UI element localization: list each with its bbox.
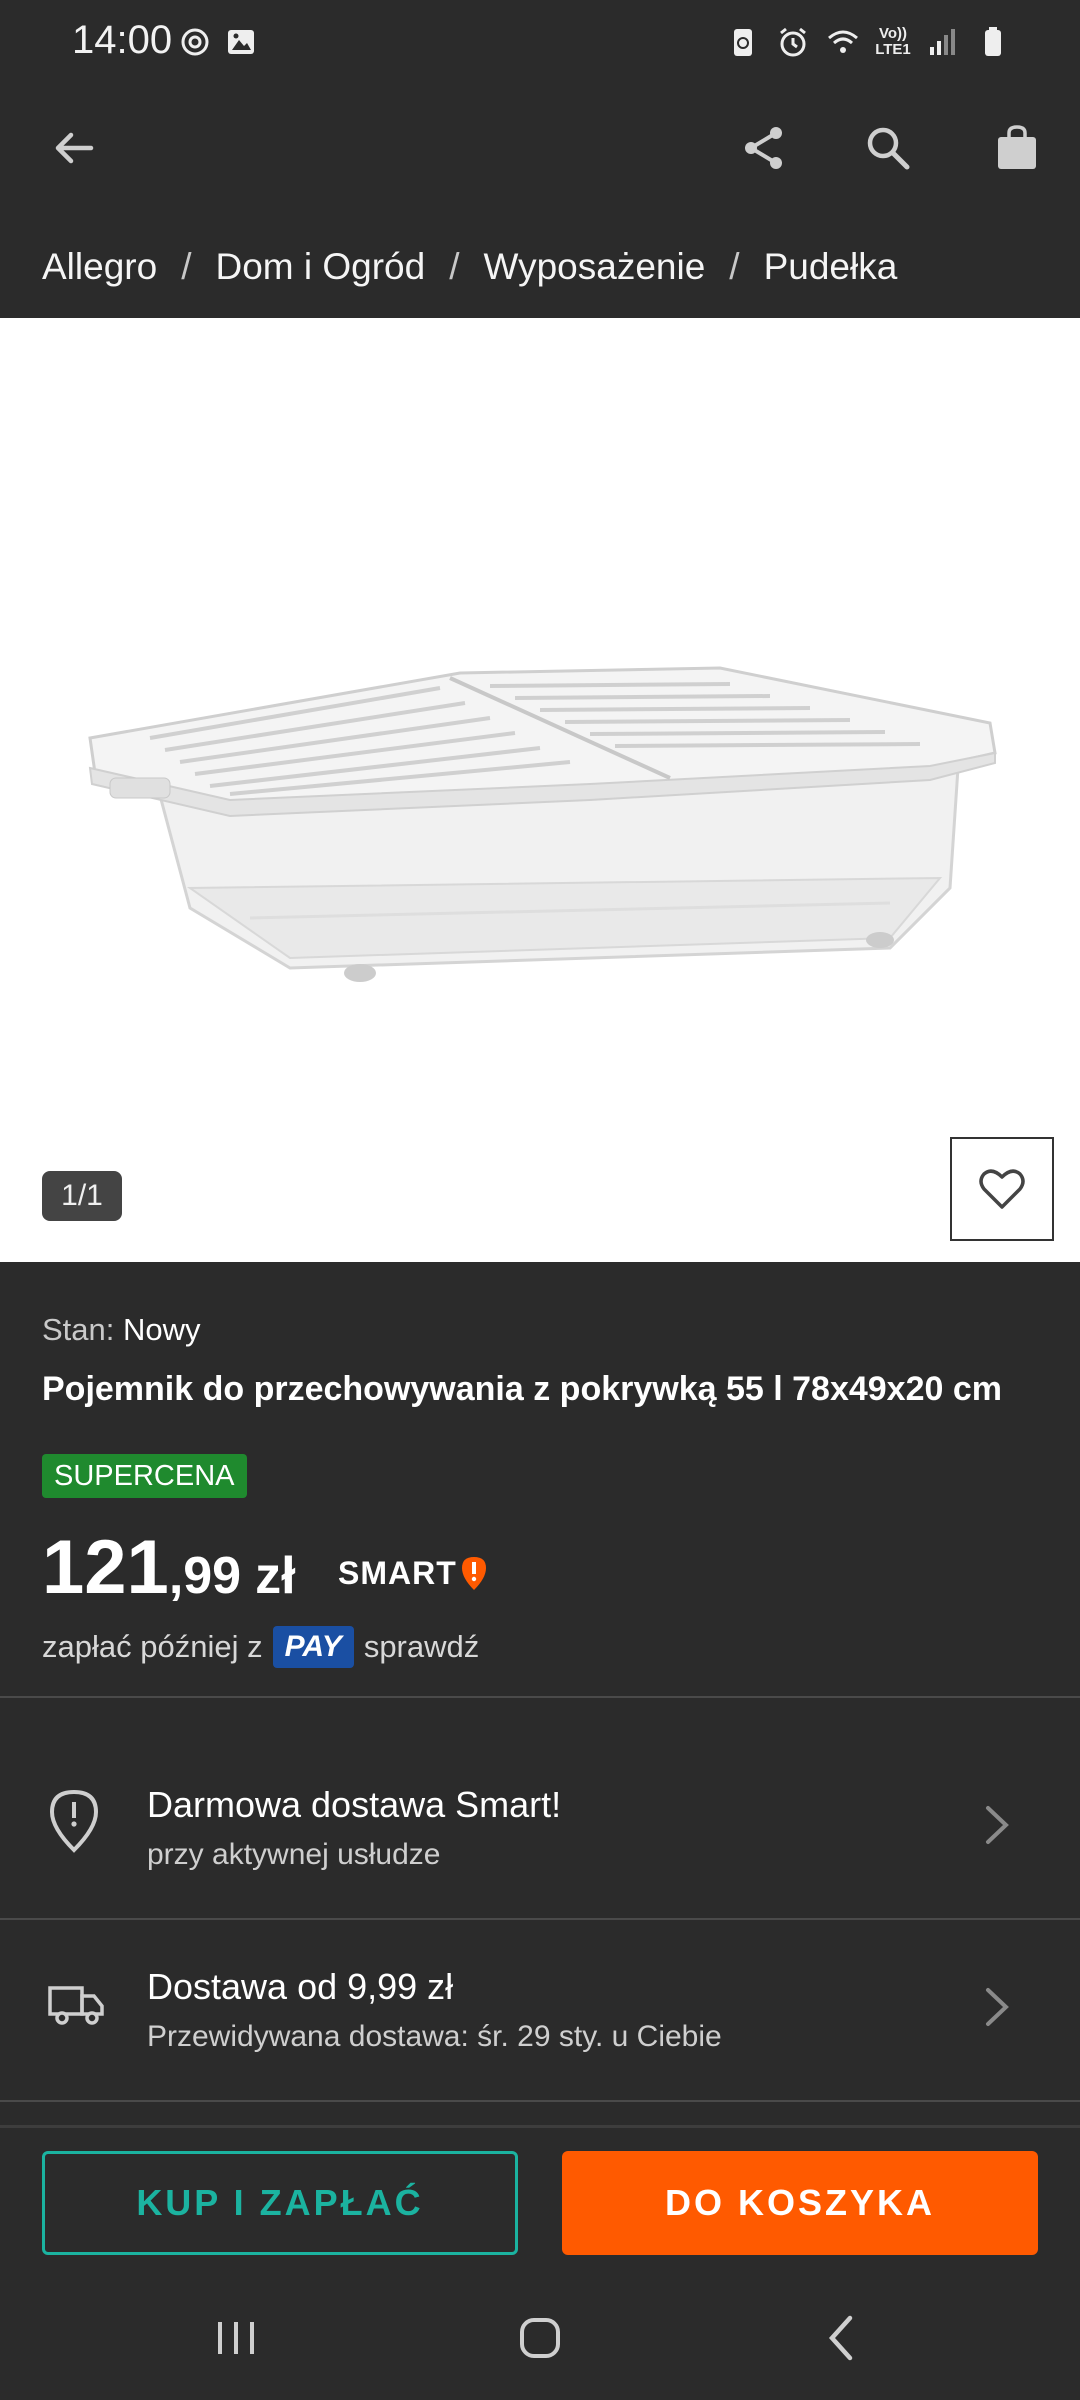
product-condition: Stan: Nowy — [42, 1312, 201, 1348]
battery-icon — [976, 22, 1010, 62]
condition-label: Stan: — [42, 1312, 115, 1347]
truck-icon — [48, 1986, 104, 2025]
volte-indicator: Vo)) LTE1 — [875, 25, 911, 58]
price-decimal: ,99 — [168, 1547, 242, 1605]
breadcrumb-item-allegro[interactable]: Allegro — [42, 246, 157, 288]
signal-icon — [926, 22, 960, 62]
recent-apps-button[interactable] — [196, 2303, 276, 2373]
delivery-cost-title: Dostawa od 9,99 zł — [147, 1966, 454, 2007]
allegro-pay-logo: PAY — [272, 1626, 354, 1668]
shopping-bag-icon — [998, 125, 1036, 169]
delivery-smart-subtitle: przy aktywnej usłudze — [147, 1838, 441, 1871]
divider — [0, 2100, 1080, 2102]
pay-later-line: zapłać później z PAY sprawdź — [42, 1626, 479, 1668]
gallery-notification-icon — [224, 22, 258, 62]
cart-button[interactable] — [977, 108, 1057, 188]
home-icon — [520, 2318, 560, 2358]
product-image[interactable] — [70, 588, 1010, 1028]
search-icon — [867, 127, 910, 170]
share-icon — [745, 127, 782, 169]
supercena-badge: SUPERCENA — [42, 1454, 247, 1498]
price-integer: 121 — [42, 1525, 169, 1610]
system-nav-bar — [0, 2275, 1080, 2400]
divider — [0, 1696, 1080, 1698]
back-chevron-icon — [828, 2315, 853, 2361]
search-button[interactable] — [848, 108, 928, 188]
pay-later-text: zapłać później z — [42, 1629, 263, 1664]
breadcrumb-item-pudelka[interactable]: Pudełka — [764, 246, 898, 288]
status-left-icons — [178, 22, 258, 62]
location-pin-icon — [49, 1789, 99, 1853]
home-button[interactable] — [500, 2303, 580, 2373]
product-price: 121 ,99 zł — [42, 1524, 296, 1611]
favorite-button[interactable] — [950, 1137, 1054, 1241]
battery-saver-icon — [726, 22, 760, 62]
pay-check-link[interactable]: sprawdź — [364, 1629, 479, 1665]
back-nav-button[interactable] — [802, 2303, 882, 2373]
smart-label: SMART — [338, 1554, 457, 1591]
share-button[interactable] — [724, 108, 804, 188]
status-right-icons: Vo)) LTE1 — [726, 22, 1010, 62]
at-notification-icon — [178, 22, 212, 62]
breadcrumb-separator: / — [181, 246, 192, 287]
wifi-icon — [826, 22, 860, 62]
status-bar: 14:00 Vo)) LTE1 — [0, 0, 1080, 88]
back-button[interactable] — [34, 108, 114, 188]
breadcrumb: Allegro / Dom i Ogród / Wyposażenie / Pu… — [42, 246, 897, 288]
buy-now-button[interactable]: KUP I ZAPŁAĆ — [42, 2151, 518, 2255]
alarm-icon — [776, 22, 810, 62]
top-app-bar — [0, 88, 1080, 208]
product-info: Stan: Nowy Pojemnik do przechowywania z … — [0, 1262, 1080, 1696]
heart-icon — [979, 1169, 1025, 1209]
smart-exclamation-icon — [461, 1557, 486, 1590]
breadcrumb-separator: / — [449, 246, 460, 287]
breadcrumb-separator: / — [729, 246, 740, 287]
purchase-action-bar: KUP I ZAPŁAĆ DO KOSZYKA — [0, 2125, 1080, 2275]
chevron-right-icon — [986, 1806, 1009, 1844]
delivery-smart-title: Darmowa dostawa Smart! — [147, 1784, 562, 1825]
image-counter: 1/1 — [42, 1171, 122, 1221]
product-gallery[interactable]: 1/1 — [0, 318, 1080, 1262]
delivery-row-smart[interactable]: Darmowa dostawa Smart! przy aktywnej usł… — [0, 1736, 1080, 1916]
delivery-row-shipping[interactable]: Dostawa od 9,99 zł Przewidywana dostawa:… — [0, 1918, 1080, 2098]
recent-apps-icon — [218, 2322, 254, 2354]
status-time: 14:00 — [72, 18, 173, 62]
smart-logo: SMART — [338, 1554, 489, 1592]
delivery-eta-subtitle: Przewidywana dostawa: śr. 29 sty. u Cieb… — [147, 2020, 722, 2053]
arrow-left-icon — [55, 132, 94, 164]
breadcrumb-item-dom-i-ogrod[interactable]: Dom i Ogród — [215, 246, 425, 288]
price-currency: zł — [255, 1547, 296, 1605]
chevron-right-icon — [986, 1988, 1009, 2026]
product-title: Pojemnik do przechowywania z pokrywką 55… — [42, 1370, 1002, 1408]
add-to-cart-button[interactable]: DO KOSZYKA — [562, 2151, 1038, 2255]
condition-value: Nowy — [123, 1312, 201, 1347]
breadcrumb-item-wyposazenie[interactable]: Wyposażenie — [483, 246, 705, 288]
